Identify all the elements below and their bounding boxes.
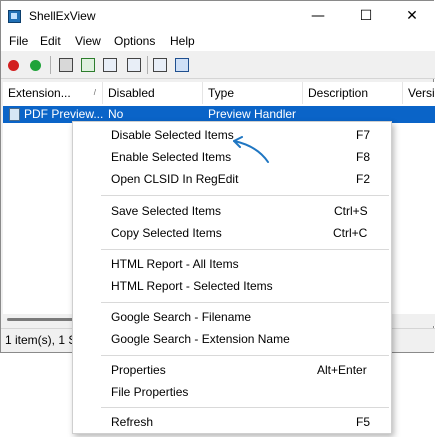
column-header-label: Extension... <box>8 86 71 100</box>
menu-item-label: Save Selected Items <box>111 204 222 218</box>
menu-bar: File Edit View Options Help <box>1 31 435 51</box>
exit-icon[interactable] <box>175 58 189 72</box>
file-icon <box>9 108 20 121</box>
menu-item-label: Properties <box>111 363 166 377</box>
menu-item-label: Copy Selected Items <box>111 226 222 240</box>
save-icon[interactable] <box>59 58 73 72</box>
window-title: ShellExView <box>29 9 96 23</box>
menu-item-label: Google Search - Extension Name <box>111 332 290 346</box>
menu-separator <box>101 407 389 408</box>
menu-separator <box>101 195 389 196</box>
menu-item-shortcut: Ctrl+C <box>333 226 368 240</box>
menu-item-label: Refresh <box>111 415 154 429</box>
maximize-button[interactable]: ☐ <box>343 1 389 31</box>
menu-item-refresh[interactable]: Refresh F5 <box>73 411 391 433</box>
find-icon[interactable] <box>153 58 167 72</box>
toolbar <box>1 51 435 79</box>
menu-item-properties[interactable]: Properties Alt+Enter <box>73 359 391 381</box>
column-header-type[interactable]: Type <box>203 82 303 104</box>
menu-item-label: Disable Selected Items <box>111 128 234 142</box>
menu-item-copy-selected[interactable]: Copy Selected Items Ctrl+C <box>73 222 391 244</box>
menu-item-html-report-all[interactable]: HTML Report - All Items <box>73 253 391 275</box>
minimize-button[interactable]: — <box>295 1 341 31</box>
scrollbar-thumb[interactable] <box>7 318 75 321</box>
menu-item-google-extension[interactable]: Google Search - Extension Name <box>73 328 391 350</box>
copy-icon[interactable] <box>103 58 117 72</box>
menu-item-shortcut: F2 <box>356 172 371 186</box>
cell-disabled: No <box>108 107 124 121</box>
menu-item-label: Enable Selected Items <box>111 150 232 164</box>
menu-separator <box>101 249 389 250</box>
refresh-icon[interactable] <box>81 58 95 72</box>
context-menu: Disable Selected Items F7 Enable Selecte… <box>72 121 392 434</box>
menu-edit[interactable]: Edit <box>40 34 61 48</box>
menu-item-google-filename[interactable]: Google Search - Filename <box>73 306 391 328</box>
enable-green-icon[interactable] <box>30 60 41 71</box>
menu-view[interactable]: View <box>75 34 101 48</box>
properties-icon[interactable] <box>127 58 141 72</box>
menu-separator <box>101 302 389 303</box>
menu-item-shortcut: F8 <box>356 150 371 164</box>
menu-item-label: Google Search - Filename <box>111 310 252 324</box>
column-header-version[interactable]: Versio <box>403 82 435 104</box>
column-header-disabled[interactable]: Disabled <box>103 82 203 104</box>
menu-options[interactable]: Options <box>114 34 155 48</box>
cell-type: Preview Handler <box>208 107 297 121</box>
menu-item-shortcut: F7 <box>356 128 371 142</box>
toolbar-separator <box>147 56 148 74</box>
disable-red-icon[interactable] <box>8 60 19 71</box>
sort-indicator-icon: / <box>93 88 96 97</box>
column-header-extension[interactable]: Extension... / <box>3 82 103 104</box>
toolbar-separator <box>50 56 51 74</box>
menu-item-open-clsid[interactable]: Open CLSID In RegEdit F2 <box>73 168 391 190</box>
title-bar: ShellExView — ☐ ✕ <box>1 1 435 31</box>
menu-separator <box>101 355 389 356</box>
menu-item-save-selected[interactable]: Save Selected Items Ctrl+S <box>73 200 391 222</box>
menu-item-label: HTML Report - Selected Items <box>111 279 273 293</box>
menu-item-shortcut: Ctrl+S <box>334 204 368 218</box>
menu-item-html-report-selected[interactable]: HTML Report - Selected Items <box>73 275 391 297</box>
cell-extension: PDF Preview... <box>24 107 104 121</box>
menu-item-label: File Properties <box>111 385 189 399</box>
close-button[interactable]: ✕ <box>389 1 435 31</box>
menu-help[interactable]: Help <box>170 34 195 48</box>
app-icon <box>8 10 21 23</box>
menu-item-shortcut: F5 <box>356 415 371 429</box>
menu-item-label: Open CLSID In RegEdit <box>111 172 239 186</box>
annotation-arrow-icon <box>233 136 269 163</box>
menu-item-label: HTML Report - All Items <box>111 257 239 271</box>
menu-file[interactable]: File <box>9 34 28 48</box>
menu-item-shortcut: Alt+Enter <box>317 363 367 377</box>
column-header-description[interactable]: Description <box>303 82 403 104</box>
menu-item-file-properties[interactable]: File Properties <box>73 381 391 403</box>
